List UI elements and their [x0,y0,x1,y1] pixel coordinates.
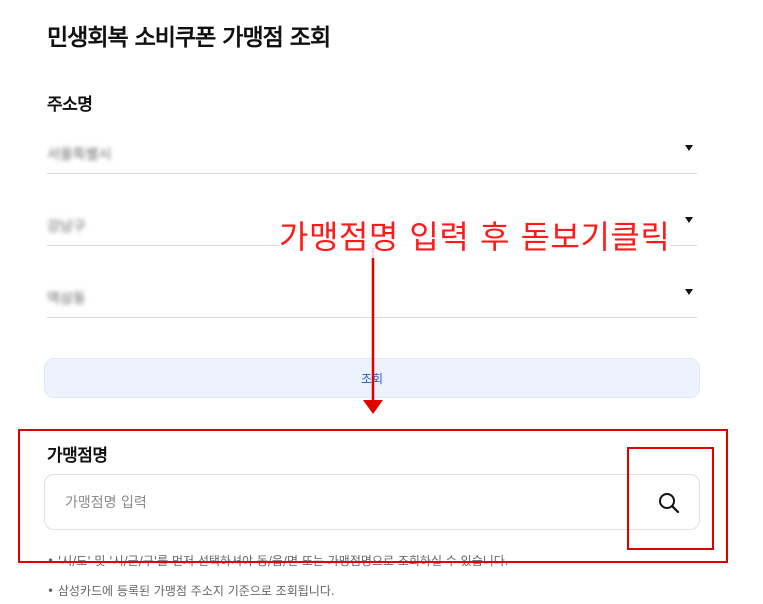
annotation-arrow-icon [363,248,383,414]
chevron-down-icon [685,145,693,151]
annotation-search-highlight [627,447,714,550]
sido-select-value: 서울특별시 [47,147,112,163]
chevron-down-icon [685,217,693,223]
chevron-down-icon [685,289,693,295]
annotation-text: 가맹점명 입력 후 돋보기클릭 [279,212,671,258]
sido-select[interactable]: 서울특별시 [47,133,697,174]
sigungu-select-value: 강남구 [47,219,86,235]
address-label: 주소명 [47,95,93,115]
page-title: 민생회복 소비쿠폰 가맹점 조회 [47,25,331,51]
annotation-highlight-box [18,429,728,563]
note-item: • 삼성카드에 등록된 가맹점 주소지 기준으로 조회됩니다. [47,584,335,598]
dong-select-value: 역삼동 [47,291,86,307]
